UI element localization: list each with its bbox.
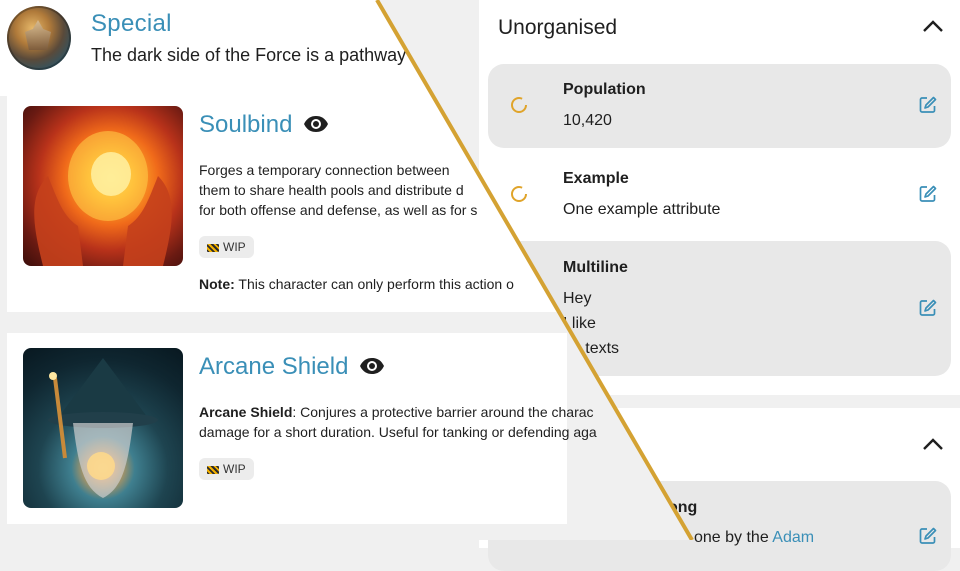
wip-tag: WIP xyxy=(199,458,254,480)
tag-label: WIP xyxy=(223,462,246,476)
tag-label: WIP xyxy=(223,240,246,254)
edit-icon[interactable] xyxy=(918,526,938,546)
edit-icon[interactable] xyxy=(918,95,938,115)
wip-tag: WIP xyxy=(199,236,254,258)
attribute-item[interactable]: Example One example attribute xyxy=(488,152,951,236)
attribute-item[interactable]: Population 10,420 xyxy=(488,64,951,148)
ability-image xyxy=(23,106,183,266)
attribute-link[interactable]: Adam xyxy=(772,529,814,546)
note-label: Note: xyxy=(199,276,235,292)
construction-barrier-icon xyxy=(207,244,219,252)
attribute-label: Population xyxy=(563,81,646,98)
edit-icon[interactable] xyxy=(918,298,938,318)
attribute-value-line: Hey xyxy=(563,290,592,307)
description-text: : Conjures a protective barrier around t… xyxy=(292,404,594,420)
page-title: Special xyxy=(91,10,172,37)
eye-icon[interactable] xyxy=(303,114,329,134)
avatar xyxy=(7,6,71,70)
spinner-icon xyxy=(511,97,527,113)
chevron-up-icon[interactable] xyxy=(922,19,944,33)
ability-note: Note: This character can only perform th… xyxy=(199,276,514,292)
page-subtitle: The dark side of the Force is a pathway xyxy=(91,45,407,65)
chevron-up-icon[interactable] xyxy=(922,437,944,451)
ability-card-arcane-shield[interactable]: Arcane Shield Arcane Shield: Conjures a … xyxy=(7,333,597,524)
attribute-value: 10,420 xyxy=(563,112,612,129)
attribute-label: Example xyxy=(563,170,629,187)
attribute-value: One example attribute xyxy=(563,201,721,218)
edit-icon[interactable] xyxy=(918,184,938,204)
ability-title: Soulbind xyxy=(199,111,293,138)
eye-icon[interactable] xyxy=(359,356,385,376)
description-bold: Arcane Shield xyxy=(199,404,293,420)
note-text: This character can only perform this act… xyxy=(234,276,514,292)
ability-title: Arcane Shield xyxy=(199,353,349,380)
attribute-value-text: one by the xyxy=(694,529,773,546)
attribute-label: Multiline xyxy=(563,259,628,276)
construction-barrier-icon xyxy=(207,466,219,474)
spinner-icon xyxy=(511,186,527,202)
attribute-value: one by the Adam xyxy=(694,525,814,550)
panel-title: Unorganised xyxy=(498,16,618,39)
ability-image xyxy=(23,348,183,508)
